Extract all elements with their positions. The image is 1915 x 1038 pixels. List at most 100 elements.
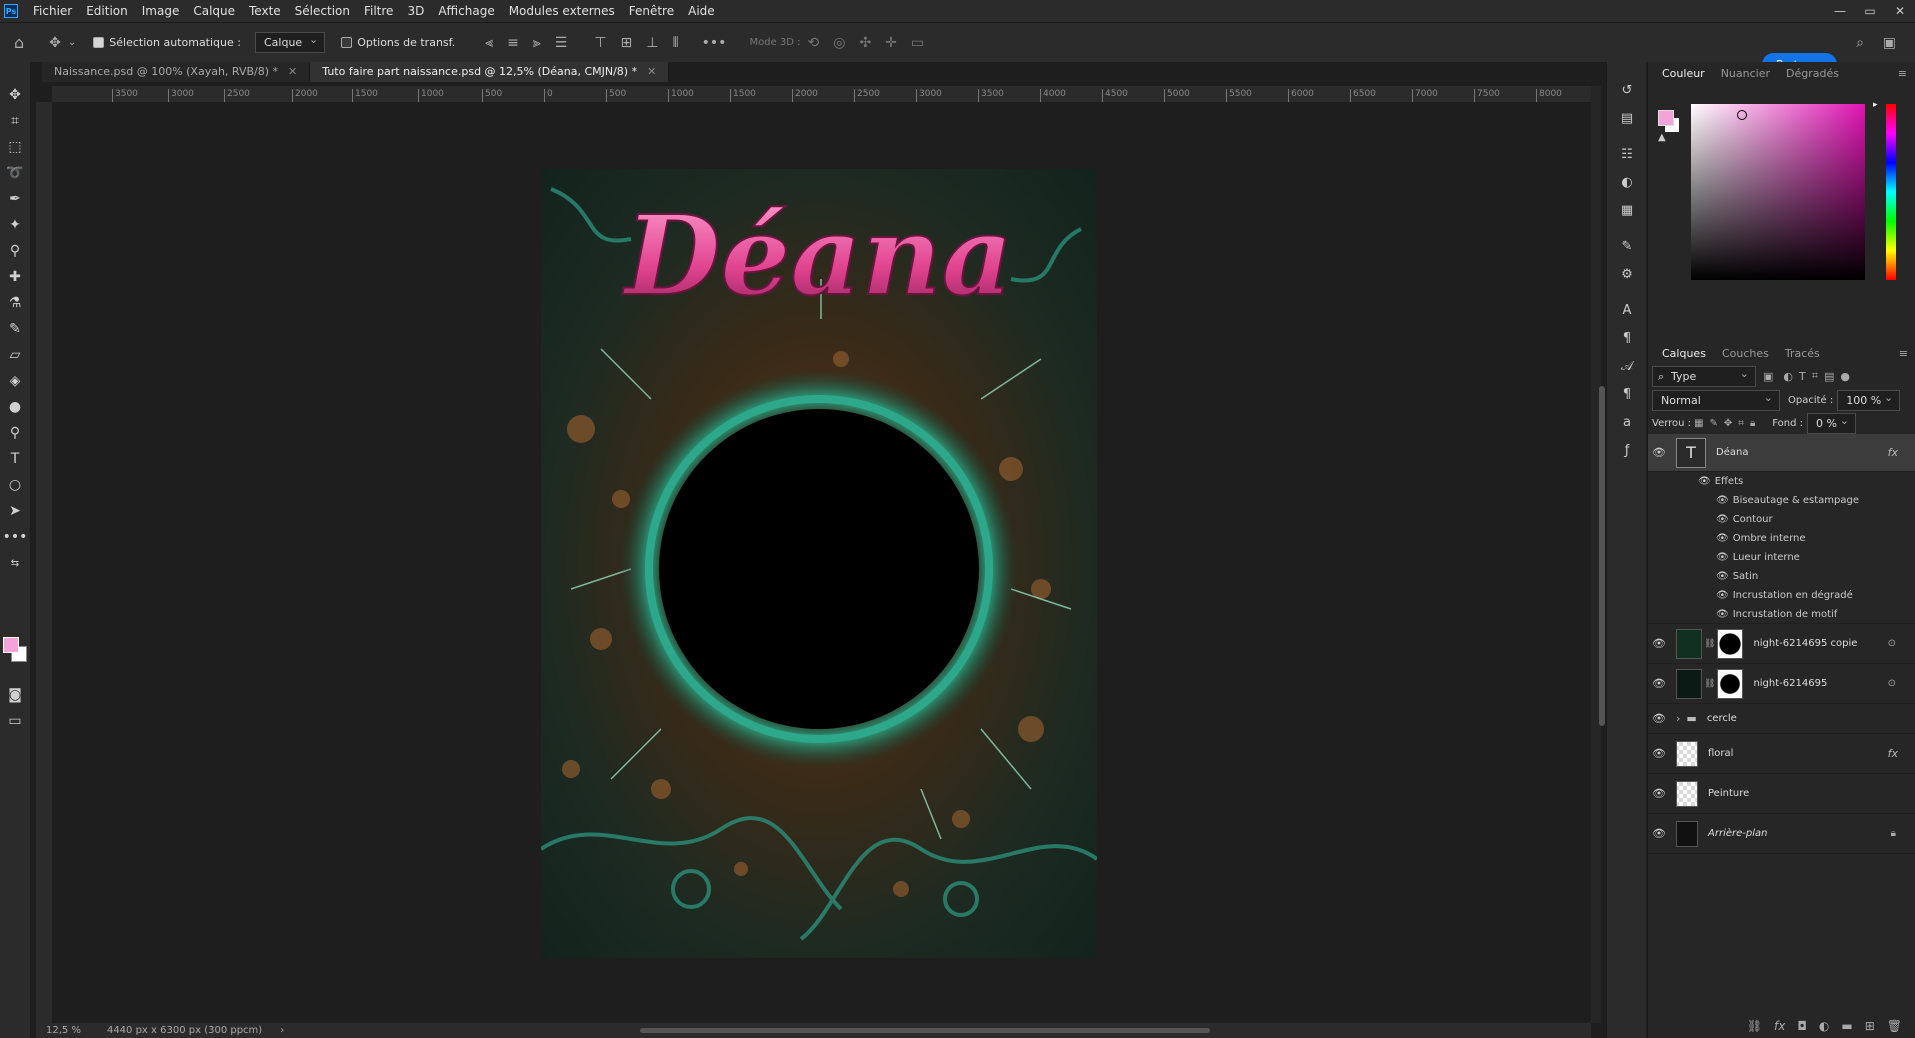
- effect-row[interactable]: 👁︎ Contour: [1648, 510, 1915, 529]
- layer-mask-thumbnail[interactable]: [1717, 668, 1744, 699]
- tab-tuto-faire-part[interactable]: Tuto faire part naissance.psd @ 12,5% (D…: [310, 62, 670, 82]
- orbit-3d-icon[interactable]: ⟲: [807, 35, 819, 51]
- hue-slider-marker[interactable]: ▸: [1873, 100, 1878, 110]
- adjustments-icon[interactable]: ◐: [1607, 168, 1647, 196]
- menu-fichier[interactable]: Fichier: [26, 4, 79, 18]
- effect-row[interactable]: 👁︎ Ombre interne: [1648, 529, 1915, 548]
- glyphs-icon[interactable]: 𝒜: [1607, 352, 1647, 380]
- effect-row[interactable]: 👁︎ Incrustation en dégradé: [1648, 586, 1915, 605]
- canvas-workspace[interactable]: Déana: [52, 102, 1591, 1023]
- distribute-vertical-icon[interactable]: ⦀: [672, 35, 678, 51]
- menu-fenetre[interactable]: Fenêtre: [622, 4, 681, 18]
- layer-name[interactable]: floral: [1708, 748, 1733, 759]
- lasso-tool-icon[interactable]: ➰: [0, 160, 30, 186]
- visibility-eye-icon[interactable]: 👁︎: [1648, 446, 1670, 459]
- layer-row[interactable]: 👁︎ Peinture: [1648, 774, 1915, 814]
- lock-pixels-icon[interactable]: ✎: [1710, 418, 1718, 429]
- ellipse-tool-icon[interactable]: ○: [0, 472, 30, 498]
- visibility-eye-icon[interactable]: 👁︎: [1716, 590, 1729, 601]
- layer-name[interactable]: night-6214695 copie: [1753, 638, 1857, 649]
- auto-select-checkbox[interactable]: Sélection automatique :: [93, 36, 241, 49]
- move-tool-icon[interactable]: ✥: [0, 82, 30, 108]
- visibility-eye-icon[interactable]: 👁︎: [1716, 514, 1729, 525]
- visibility-eye-icon[interactable]: 👁︎: [1716, 552, 1729, 563]
- properties-icon[interactable]: ☷: [1607, 140, 1647, 168]
- layer-row[interactable]: 👁︎ ⛓︎ night-6214695 copie ⊙: [1648, 624, 1915, 664]
- visibility-eye-icon[interactable]: 👁︎: [1648, 747, 1670, 760]
- screen-mode-icon[interactable]: ▭: [0, 708, 30, 734]
- chevron-right-icon[interactable]: ›: [280, 1025, 284, 1036]
- menu-affichage[interactable]: Affichage: [431, 4, 501, 18]
- menu-filtre[interactable]: Filtre: [357, 4, 400, 18]
- dodge-tool-icon[interactable]: ⚲: [0, 420, 30, 446]
- layer-name[interactable]: Arrière-plan: [1708, 828, 1767, 839]
- filter-adjustment-icon[interactable]: ◐: [1783, 370, 1793, 383]
- new-adjustment-icon[interactable]: ◐: [1819, 1019, 1829, 1033]
- effect-row[interactable]: 👁︎ Biseautage & estampage: [1648, 491, 1915, 510]
- lock-artboard-icon[interactable]: ⌗: [1738, 418, 1744, 429]
- layer-name[interactable]: Peinture: [1708, 788, 1749, 799]
- brushes-icon[interactable]: ✎: [1607, 232, 1647, 260]
- distribute-icon[interactable]: ☰: [555, 35, 568, 51]
- blend-mode-dropdown[interactable]: Normal: [1652, 389, 1780, 411]
- blur-tool-icon[interactable]: ●: [0, 394, 30, 420]
- crop-tool-icon[interactable]: ⌗: [0, 108, 30, 134]
- libraries-icon[interactable]: ▦: [1607, 196, 1647, 224]
- comments-icon[interactable]: ▤: [1607, 104, 1647, 132]
- opacity-input[interactable]: 100 %: [1837, 389, 1901, 411]
- layer-mask-thumbnail[interactable]: [1717, 628, 1744, 659]
- align-right-icon[interactable]: ⫸: [533, 35, 541, 51]
- eyedropper-icon[interactable]: ⚗: [0, 290, 30, 316]
- layer-row[interactable]: 👁︎ T Déana fx: [1648, 434, 1915, 472]
- zoom-level[interactable]: 12,5 %: [46, 1025, 81, 1036]
- align-top-icon[interactable]: ⊤: [594, 35, 606, 51]
- tab-nuancier[interactable]: Nuancier: [1713, 67, 1778, 80]
- menu-edition[interactable]: Edition: [79, 4, 135, 18]
- delete-layer-icon[interactable]: 🗑︎: [1887, 1019, 1902, 1033]
- move-tool-icon[interactable]: ✥: [49, 35, 61, 51]
- menu-texte[interactable]: Texte: [242, 4, 288, 18]
- more-tools-icon[interactable]: •••: [0, 524, 30, 550]
- layer-row[interactable]: 👁︎ floral fx: [1648, 734, 1915, 774]
- effect-row[interactable]: 👁︎ Lueur interne: [1648, 548, 1915, 567]
- menu-3d[interactable]: 3D: [400, 4, 431, 18]
- link-layers-icon[interactable]: ⛓︎: [1747, 1019, 1762, 1033]
- layer-effects-icon[interactable]: fx: [1888, 747, 1898, 760]
- tab-naissance[interactable]: Naissance.psd @ 100% (Xayah, RVB/8) * ✕: [42, 62, 311, 82]
- healing-brush-icon[interactable]: ✚: [0, 264, 30, 290]
- visibility-eye-icon[interactable]: 👁︎: [1716, 609, 1729, 620]
- search-icon[interactable]: ⌕: [1856, 35, 1864, 51]
- menu-calque[interactable]: Calque: [186, 4, 242, 18]
- link-icon[interactable]: ⛓︎: [1704, 679, 1715, 689]
- pen-tool-icon[interactable]: ✒: [0, 186, 30, 212]
- close-window-icon[interactable]: ✕: [1885, 0, 1915, 22]
- filter-text-icon[interactable]: T: [1799, 370, 1806, 383]
- visibility-eye-icon[interactable]: 👁︎: [1716, 495, 1729, 506]
- roll-3d-icon[interactable]: ◎: [833, 35, 845, 51]
- filter-smart-object-icon[interactable]: ▤: [1824, 370, 1834, 383]
- brush-tool-icon[interactable]: ✎: [0, 316, 30, 342]
- character-styles-icon[interactable]: a: [1607, 408, 1647, 436]
- filter-image-icon[interactable]: ▣: [1763, 370, 1773, 383]
- fill-input[interactable]: 0 %: [1807, 412, 1856, 434]
- menu-selection[interactable]: Sélection: [288, 4, 357, 18]
- lock-transparency-icon[interactable]: ▦: [1694, 418, 1703, 429]
- layer-name[interactable]: cercle: [1707, 713, 1737, 724]
- tab-couches[interactable]: Couches: [1714, 347, 1777, 360]
- paragraph-icon[interactable]: ¶: [1607, 324, 1647, 352]
- layer-effects-icon[interactable]: fx: [1888, 446, 1898, 459]
- layer-row[interactable]: 👁︎ Arrière-plan 🔒︎: [1648, 814, 1915, 854]
- history-icon[interactable]: ↺: [1607, 76, 1647, 104]
- layer-name[interactable]: Déana: [1716, 447, 1748, 458]
- lock-position-icon[interactable]: ✥: [1724, 418, 1732, 429]
- close-icon[interactable]: ✕: [647, 65, 656, 78]
- character-icon[interactable]: A: [1607, 296, 1647, 324]
- visibility-eye-icon[interactable]: 👁︎: [1648, 637, 1670, 650]
- home-icon[interactable]: ⌂: [14, 33, 24, 52]
- transform-options-checkbox[interactable]: Options de transf.: [341, 36, 455, 49]
- layer-group-row[interactable]: 👁︎ › ▬ cercle: [1648, 704, 1915, 734]
- pan-3d-icon[interactable]: ✣: [859, 35, 871, 51]
- slide-3d-icon[interactable]: ✛: [885, 35, 897, 51]
- eraser-tool-icon[interactable]: ▱: [0, 342, 30, 368]
- menu-modules-externes[interactable]: Modules externes: [502, 4, 622, 18]
